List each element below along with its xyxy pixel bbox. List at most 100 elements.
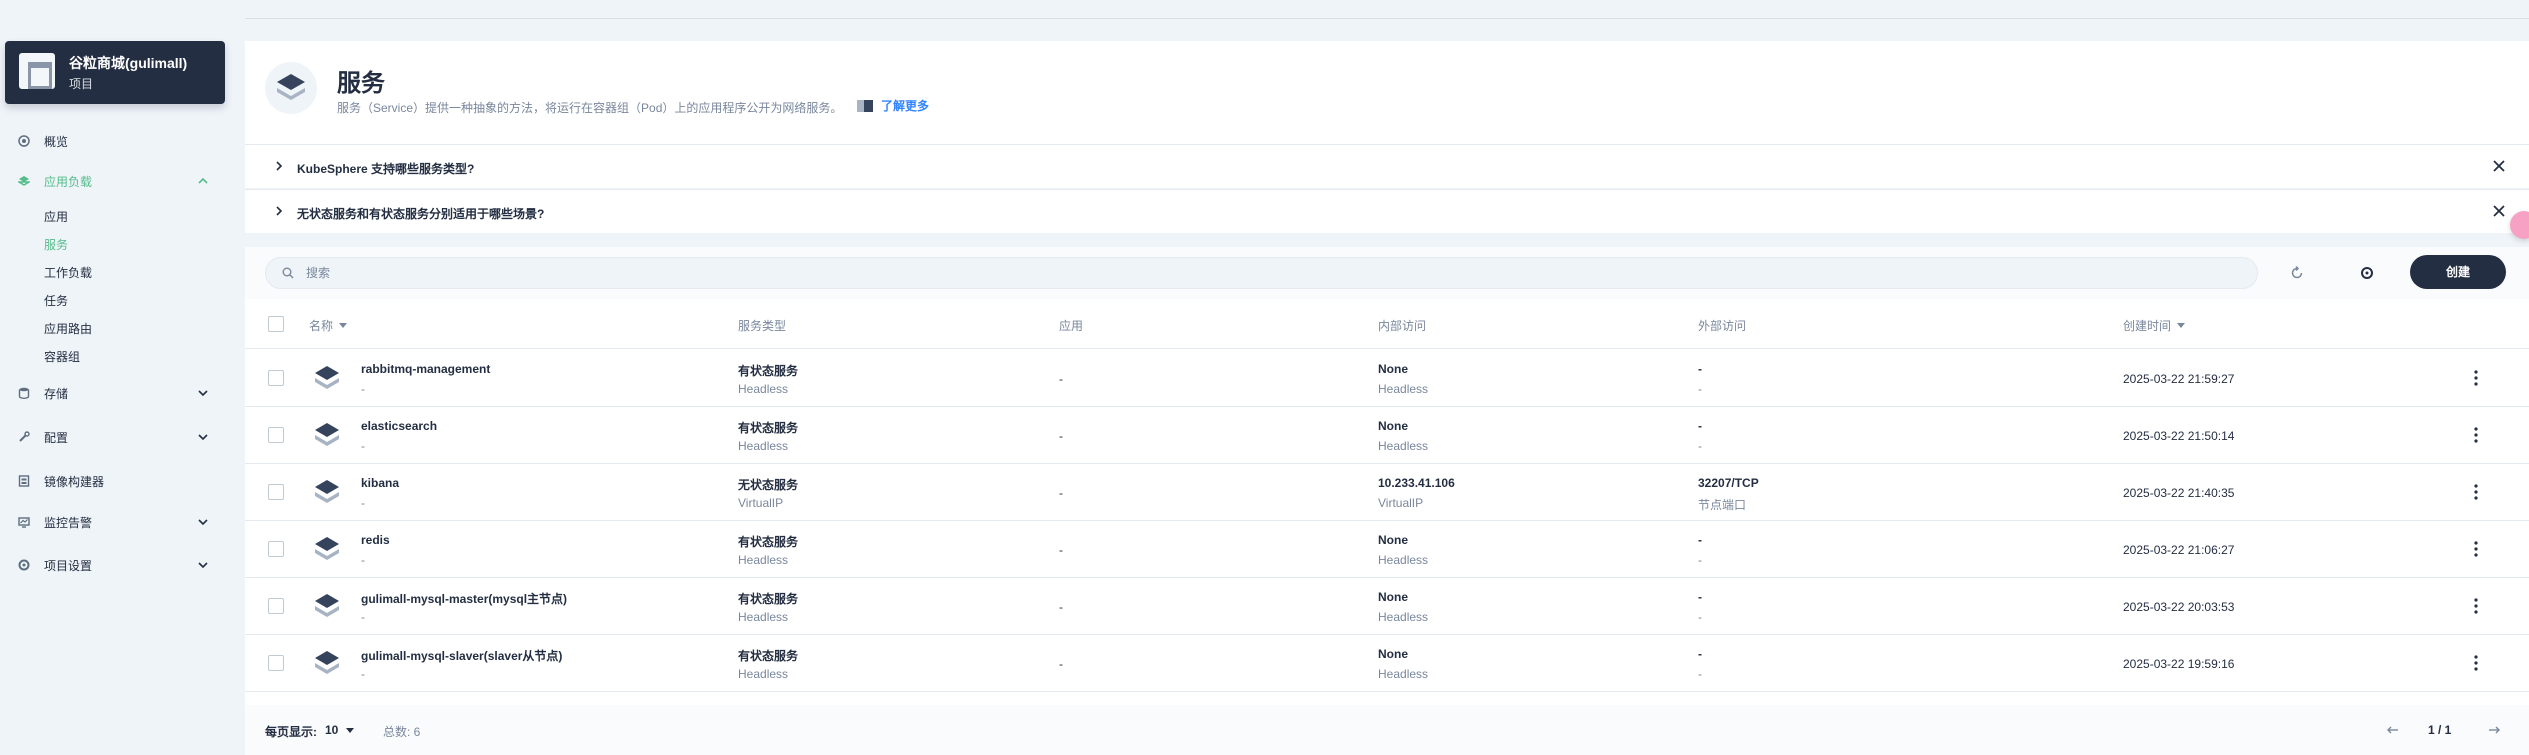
service-app: - xyxy=(1059,600,1063,614)
nav-services[interactable]: 服务 xyxy=(44,236,68,253)
service-description: - xyxy=(361,610,365,624)
service-icon xyxy=(315,480,339,503)
nav-monitoring[interactable]: 监控告警 xyxy=(18,512,214,532)
row-checkbox[interactable] xyxy=(268,541,284,557)
more-actions-icon[interactable] xyxy=(2468,653,2484,673)
external-access-sub: 节点端口 xyxy=(1698,498,1747,512)
service-name[interactable]: rabbitmq-management xyxy=(361,362,490,376)
service-name[interactable]: kibana xyxy=(361,476,399,490)
pagination-bar: 每页显示: 10 总数: 6 1 / 1 xyxy=(245,705,2529,755)
col-name[interactable]: 名称 xyxy=(309,317,348,334)
service-type-sub: Headless xyxy=(738,553,789,567)
external-access-sub: - xyxy=(1698,610,1702,624)
faq-question: KubeSphere 支持哪些服务类型? xyxy=(297,162,475,176)
nav-overview-label: 概览 xyxy=(44,134,69,149)
nav-image-builder-label: 镜像构建器 xyxy=(44,474,105,489)
row-checkbox[interactable] xyxy=(268,484,284,500)
close-icon[interactable] xyxy=(2491,158,2507,174)
table-row[interactable]: redis - 有状态服务 Headless - None Headless -… xyxy=(245,521,2529,578)
nav-image-builder[interactable]: 镜像构建器 xyxy=(18,471,214,491)
nav-ingress[interactable]: 应用路由 xyxy=(44,320,92,337)
row-checkbox[interactable] xyxy=(268,427,284,443)
service-type: 有状态服务 xyxy=(738,421,799,435)
service-type-sub: Headless xyxy=(738,382,789,396)
row-checkbox[interactable] xyxy=(268,655,284,671)
service-name[interactable]: gulimall-mysql-master(mysql主节点) xyxy=(361,590,567,607)
arrow-right-icon[interactable] xyxy=(2486,722,2502,738)
table-row[interactable]: gulimall-mysql-slaver(slaver从节点) - 有状态服务… xyxy=(245,635,2529,692)
col-external-access: 外部访问 xyxy=(1698,317,1746,334)
created-time: 2025-03-22 20:03:53 xyxy=(2123,600,2235,614)
row-checkbox[interactable] xyxy=(268,370,284,386)
sort-caret-icon xyxy=(339,323,348,328)
service-name[interactable]: elasticsearch xyxy=(361,419,437,433)
learn-more-label: 了解更多 xyxy=(881,99,930,113)
nav-workloads[interactable]: 应用负载 xyxy=(16,171,214,191)
service-type-sub: Headless xyxy=(738,667,789,681)
row-checkbox[interactable] xyxy=(268,598,284,614)
faq-item[interactable]: 无状态服务和有状态服务分别适用于哪些场景? xyxy=(245,189,2529,233)
page-size-value: 10 xyxy=(325,723,339,737)
external-access: - xyxy=(1698,647,1702,661)
faq-item[interactable]: KubeSphere 支持哪些服务类型? xyxy=(245,144,2529,188)
table-header: 名称 服务类型 应用 内部访问 外部访问 创建时间 xyxy=(245,299,2529,349)
chevron-down-icon xyxy=(198,519,208,526)
internal-access-sub: VirtualIP xyxy=(1378,496,1424,510)
more-actions-icon[interactable] xyxy=(2468,482,2484,502)
chevron-up-icon xyxy=(198,177,208,184)
service-description: - xyxy=(361,496,365,510)
nav-apps[interactable]: 应用 xyxy=(44,208,68,225)
table-row[interactable]: rabbitmq-management - 有状态服务 Headless - N… xyxy=(245,350,2529,407)
nav-config[interactable]: 配置 xyxy=(18,427,214,447)
chevron-down-icon xyxy=(198,434,208,441)
service-description: - xyxy=(361,667,365,681)
service-name[interactable]: redis xyxy=(361,533,390,547)
table-row[interactable]: gulimall-mysql-master(mysql主节点) - 有状态服务 … xyxy=(245,578,2529,635)
search-bar[interactable] xyxy=(265,257,2258,289)
table-row[interactable]: elasticsearch - 有状态服务 Headless - None He… xyxy=(245,407,2529,464)
nav-overview[interactable]: 概览 xyxy=(18,131,214,151)
internal-access: None xyxy=(1378,362,1408,376)
search-icon xyxy=(282,267,294,279)
more-actions-icon[interactable] xyxy=(2468,425,2484,445)
arrow-left-icon[interactable] xyxy=(2385,722,2401,738)
settings-icon[interactable] xyxy=(2359,265,2375,281)
floating-helper-button[interactable] xyxy=(2510,211,2529,239)
service-type: 有状态服务 xyxy=(738,364,799,378)
close-icon[interactable] xyxy=(2491,203,2507,219)
learn-more-link[interactable]: 了解更多 xyxy=(857,97,929,114)
service-type: 有状态服务 xyxy=(738,535,799,549)
service-name[interactable]: gulimall-mysql-slaver(slaver从节点) xyxy=(361,647,562,664)
wrench-icon xyxy=(18,431,30,443)
nav-config-label: 配置 xyxy=(44,430,69,445)
nav-project-settings[interactable]: 项目设置 xyxy=(18,555,214,575)
monitor-icon xyxy=(18,516,30,528)
service-description: - xyxy=(361,439,365,453)
nav-jobs[interactable]: 任务 xyxy=(44,292,68,309)
service-app: - xyxy=(1059,657,1063,671)
services-table: 创建 名称 服务类型 应用 内部访问 外部访问 创建时间 rabbitmq-ma… xyxy=(245,247,2529,755)
search-input[interactable] xyxy=(306,264,2206,282)
refresh-icon[interactable] xyxy=(2289,265,2305,281)
more-actions-icon[interactable] xyxy=(2468,539,2484,559)
internal-access: None xyxy=(1378,533,1408,547)
nav-workload[interactable]: 工作负载 xyxy=(44,264,92,281)
nav-pods[interactable]: 容器组 xyxy=(44,348,80,365)
col-service-type-label: 服务类型 xyxy=(738,319,787,333)
select-all-checkbox[interactable] xyxy=(268,316,284,332)
chevron-down-icon xyxy=(198,562,208,569)
project-switcher[interactable]: 谷粒商城(gulimall) 项目 xyxy=(5,41,225,104)
page-size-select[interactable]: 10 xyxy=(325,723,355,737)
chevron-right-icon xyxy=(276,161,283,171)
internal-access-sub: Headless xyxy=(1378,610,1429,624)
table-row[interactable]: kibana - 无状态服务 VirtualIP - 10.233.41.106… xyxy=(245,464,2529,521)
external-access-sub: - xyxy=(1698,553,1702,567)
more-actions-icon[interactable] xyxy=(2468,368,2484,388)
create-button[interactable]: 创建 xyxy=(2410,255,2506,289)
book-icon xyxy=(857,99,873,112)
nav-storage[interactable]: 存储 xyxy=(18,383,214,403)
col-created-at[interactable]: 创建时间 xyxy=(2123,317,2186,334)
external-access-sub: - xyxy=(1698,667,1702,681)
more-actions-icon[interactable] xyxy=(2468,596,2484,616)
internal-access: None xyxy=(1378,590,1408,604)
